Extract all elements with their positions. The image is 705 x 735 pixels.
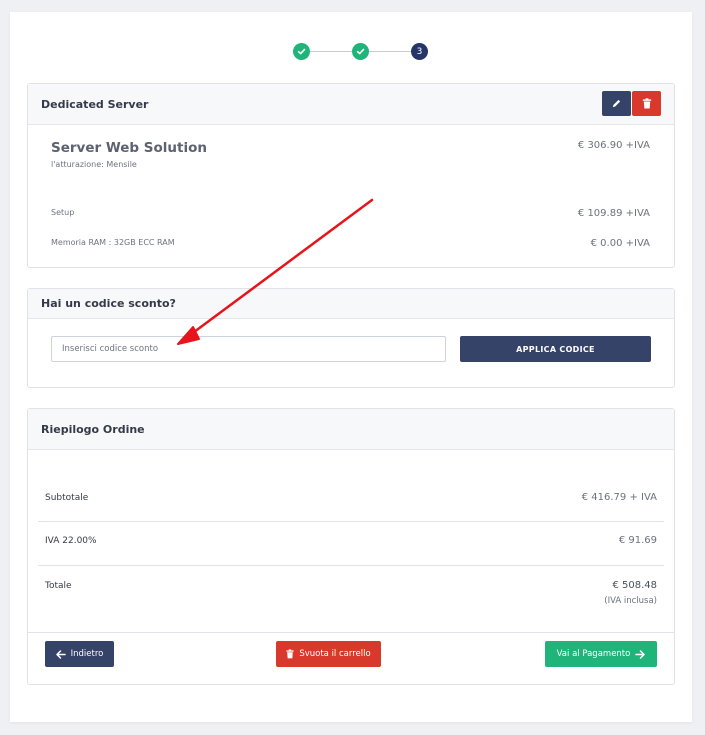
vat-value: € 91.69 (618, 535, 657, 546)
coupon-card-header: Hai un codice sconto? (28, 289, 674, 319)
product-price: € 306.90 +IVA (577, 140, 650, 151)
step-2-completed[interactable] (352, 43, 369, 60)
empty-cart-label: Svuota il carrello (299, 649, 371, 659)
order-summary-card: Riepilogo Ordine Subtotale € 416.79 + IV… (27, 408, 675, 685)
checkout-stepper: 3 (285, 43, 430, 61)
arrow-left-icon (55, 649, 66, 659)
ram-option-label: Memoria RAM : 32GB ECC RAM (51, 238, 175, 247)
summary-divider (38, 565, 664, 566)
check-icon (356, 48, 365, 55)
coupon-title: Hai un codice sconto? (41, 297, 176, 310)
billing-cycle: l'atturazione: Mensile (51, 160, 137, 169)
total-label: Totale (45, 581, 72, 591)
empty-cart-button[interactable]: Svuota il carrello (276, 641, 381, 667)
trash-icon (642, 98, 651, 109)
apply-coupon-button[interactable]: APPLICA CODICE (460, 336, 651, 362)
order-summary-title: Riepilogo Ordine (41, 422, 145, 436)
check-icon (297, 48, 306, 55)
proceed-to-payment-label: Vai al Pagamento (556, 649, 631, 659)
product-name: Server Web Solution (51, 140, 207, 156)
setup-label: Setup (51, 208, 75, 217)
pencil-icon (612, 99, 621, 108)
subtotal-label: Subtotale (45, 493, 89, 503)
setup-price: € 109.89 +IVA (577, 208, 650, 219)
coupon-card: Hai un codice sconto? APPLICA CODICE (27, 288, 675, 388)
back-button[interactable]: Indietro (45, 641, 114, 667)
edit-product-button[interactable] (602, 91, 631, 116)
order-summary-header: Riepilogo Ordine (28, 409, 674, 450)
product-category-title: Dedicated Server (41, 97, 149, 111)
arrow-right-icon (635, 649, 646, 659)
summary-divider (38, 521, 664, 522)
ram-option-price: € 0.00 +IVA (590, 238, 650, 249)
delete-product-button[interactable] (632, 91, 661, 116)
stepper-line (369, 51, 412, 52)
step-3-current: 3 (411, 43, 428, 60)
step-1-completed[interactable] (293, 43, 310, 60)
trash-icon (286, 649, 294, 659)
coupon-code-input[interactable] (51, 336, 446, 362)
product-card: Dedicated Server Server Web Solution l'a… (27, 83, 675, 268)
total-value: € 508.48 (612, 580, 657, 591)
step-number: 3 (416, 46, 423, 57)
total-vat-note: (IVA inclusa) (604, 596, 657, 606)
back-label: Indietro (70, 649, 104, 659)
checkout-page: 3 Dedicated Server Server Web Solution l… (10, 12, 692, 722)
subtotal-value: € 416.79 + IVA (581, 492, 657, 503)
summary-divider (28, 632, 674, 633)
vat-label: IVA 22.00% (45, 536, 97, 546)
product-card-header: Dedicated Server (28, 84, 674, 125)
proceed-to-payment-button[interactable]: Vai al Pagamento (545, 641, 657, 667)
